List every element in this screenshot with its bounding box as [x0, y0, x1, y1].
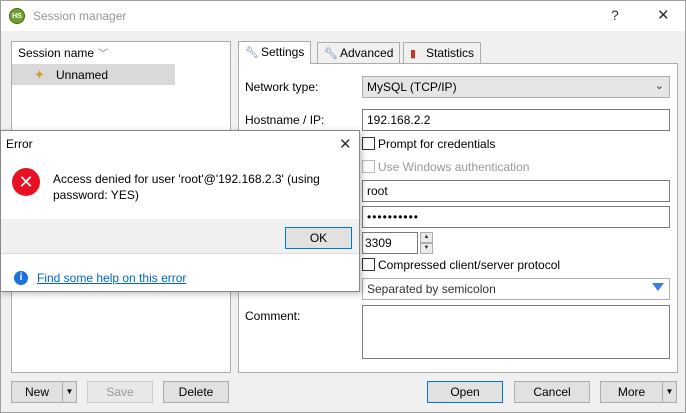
comment-textarea[interactable]	[362, 305, 670, 359]
help-link[interactable]: Find some help on this error	[37, 271, 186, 285]
network-type-value: MySQL (TCP/IP)	[367, 80, 457, 94]
chevron-down-icon: ⌄	[654, 80, 664, 92]
title-bar[interactable]: HS Session manager ? ✕	[1, 1, 685, 31]
chevron-down-icon: ﹀	[98, 49, 108, 60]
port-input[interactable]: 3309	[362, 232, 418, 254]
save-button[interactable]: Save	[87, 381, 153, 403]
new-button-label: New	[24, 385, 49, 399]
checkbox-box	[362, 160, 375, 173]
error-dialog: Error ✕ ✕ Access denied for user 'root'@…	[0, 130, 360, 292]
open-button[interactable]: Open	[427, 381, 503, 403]
checkbox-box	[362, 258, 375, 271]
help-button[interactable]: ?	[611, 7, 619, 23]
more-button-label: More	[617, 385, 646, 399]
comment-label: Comment:	[245, 309, 301, 323]
wrench-icon: 🔧︎	[324, 48, 338, 60]
hostname-input[interactable]: 192.168.2.2	[362, 109, 670, 131]
ok-button[interactable]: OK	[285, 227, 352, 249]
databases-value: Separated by semicolon	[367, 282, 496, 296]
window-title: Session manager	[33, 9, 127, 23]
checkbox-box	[362, 137, 375, 150]
compressed-protocol-label: Compressed client/server protocol	[378, 258, 561, 272]
windows-auth-checkbox[interactable]: Use Windows authentication	[362, 160, 529, 174]
network-type-label: Network type:	[245, 80, 319, 94]
tab-settings[interactable]: 🔧︎ Settings	[238, 41, 312, 64]
dropdown-arrow-icon	[652, 283, 664, 291]
compressed-protocol-checkbox[interactable]: Compressed client/server protocol	[362, 258, 560, 272]
session-item-label: Unnamed	[56, 68, 109, 82]
spin-down-icon[interactable]: ▼	[420, 243, 433, 254]
session-name-column-header[interactable]: Session name ﹀	[12, 42, 230, 64]
error-dialog-title: Error	[6, 137, 33, 151]
bar-chart-icon: ▮	[410, 48, 417, 60]
databases-select[interactable]: Separated by semicolon	[362, 278, 670, 300]
spin-up-icon[interactable]: ▲	[420, 232, 433, 243]
prompt-credentials-checkbox[interactable]: Prompt for credentials	[362, 137, 495, 151]
prompt-credentials-label: Prompt for credentials	[378, 137, 496, 151]
hostname-label: Hostname / IP:	[245, 113, 325, 127]
tab-advanced-label: Advanced	[340, 46, 394, 60]
tab-statistics-label: Statistics	[426, 46, 475, 60]
error-dialog-close-button[interactable]: ✕	[339, 135, 352, 153]
error-message: Access denied for user 'root'@'192.168.2…	[53, 172, 320, 202]
more-button[interactable]: More ▼	[600, 381, 677, 403]
more-dropdown-arrow-icon[interactable]: ▼	[662, 382, 676, 402]
tab-statistics[interactable]: ▮ Statistics	[403, 42, 482, 64]
tab-settings-label: Settings	[261, 45, 305, 59]
password-input[interactable]: ••••••••••	[362, 206, 670, 228]
session-item[interactable]: ✦ Unnamed	[12, 64, 175, 85]
info-icon: i	[14, 271, 28, 285]
session-wrench-icon: ✦	[34, 67, 45, 82]
error-icon: ✕	[12, 168, 40, 196]
cancel-button[interactable]: Cancel	[514, 381, 590, 403]
delete-button[interactable]: Delete	[163, 381, 229, 403]
app-logo-icon: HS	[9, 8, 25, 24]
user-input[interactable]: root	[362, 180, 670, 202]
window-close-button[interactable]: ✕	[657, 6, 670, 24]
tab-advanced[interactable]: 🔧︎ Advanced	[317, 42, 401, 64]
wrench-icon: 🔧︎	[245, 47, 259, 59]
new-dropdown-arrow-icon[interactable]: ▼	[62, 382, 76, 402]
port-stepper[interactable]: ▲ ▼	[420, 232, 433, 254]
session-name-header-label: Session name	[18, 46, 95, 60]
windows-auth-label: Use Windows authentication	[378, 160, 530, 174]
new-button[interactable]: New ▼	[11, 381, 77, 403]
network-type-select[interactable]: MySQL (TCP/IP) ⌄	[362, 76, 670, 98]
